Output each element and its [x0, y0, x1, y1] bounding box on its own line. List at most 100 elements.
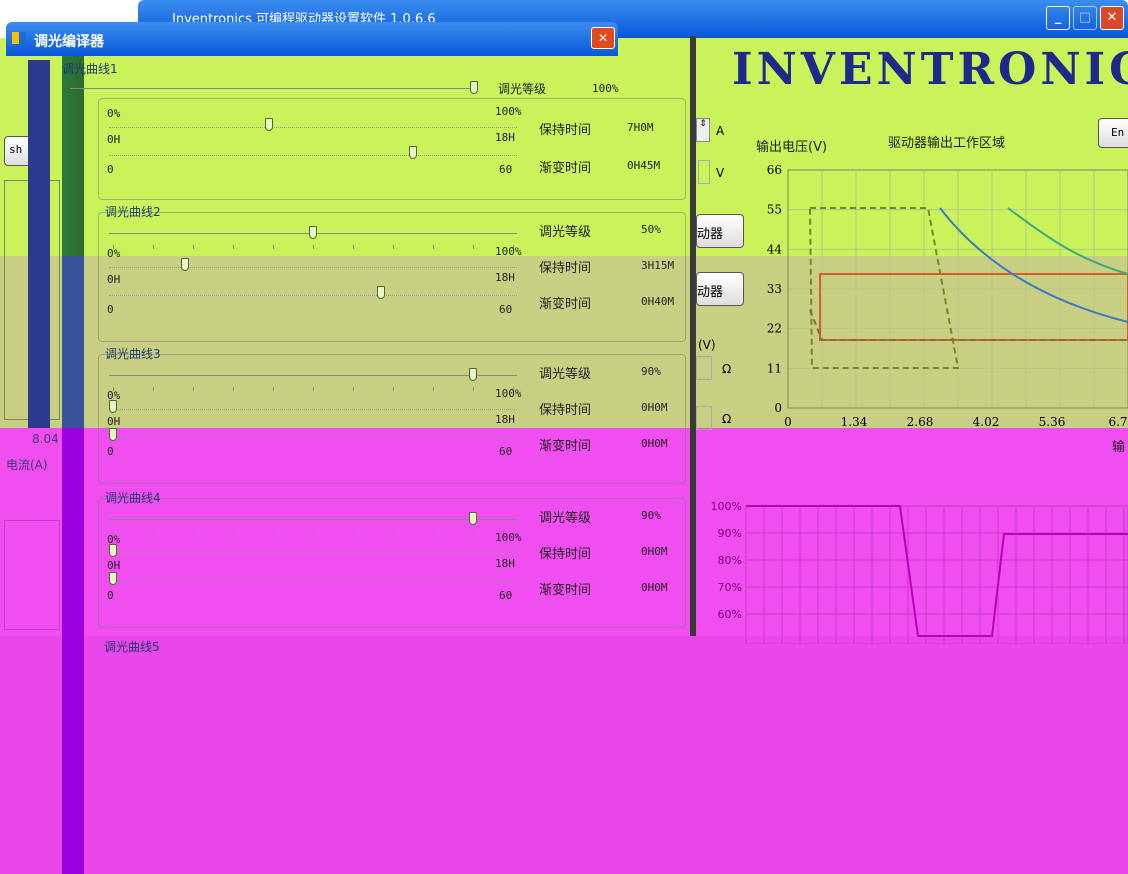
curve4-fade-slider[interactable]	[109, 572, 517, 587]
current-spinner[interactable]: ⇕	[696, 118, 710, 142]
dimming-chart-y-ticks: 100% 90% 80% 70% 60%	[711, 500, 742, 621]
curve1-fade-max: 60	[499, 163, 513, 176]
curve4-hold-slider[interactable]	[109, 544, 517, 559]
dialog-left-border-mid	[62, 256, 84, 428]
curve2-level-ticks	[113, 245, 517, 249]
close-main-button[interactable]: ✕	[1100, 6, 1124, 30]
curve4-hold-value: 0H0M	[641, 545, 668, 558]
work-area-xtick: 0	[784, 415, 792, 429]
ohm-label-2: Ω	[722, 412, 732, 426]
curve3-fade-min: 0	[107, 445, 114, 458]
curve1-fade-label: 渐变时间	[539, 161, 592, 176]
curve1-level-label: 调光等级	[498, 82, 547, 96]
curve2-fade-label: 渐变时间	[539, 297, 592, 312]
curve3-level-label: 调光等级	[539, 367, 592, 382]
curve3-hold-label: 保持时间	[539, 403, 592, 418]
curve1-hold-slider[interactable]	[109, 118, 517, 133]
curve1-hold-min: 0H	[107, 133, 121, 146]
curve2-fade-value: 0H40M	[641, 295, 675, 308]
curve2-hold-value: 3H15M	[641, 259, 675, 272]
curve1-fade-min: 0	[107, 163, 114, 176]
curve4-hold-label: 保持时间	[539, 547, 592, 562]
curve2-scale-max: 100%	[495, 245, 522, 258]
curve2-hold-slider[interactable]	[109, 258, 517, 273]
curve3-fade-slider[interactable]	[109, 428, 517, 443]
work-area-ytick: 66	[767, 163, 782, 177]
curve2-fade-max: 60	[499, 303, 513, 316]
curve5-title: 调光曲线5	[104, 640, 160, 654]
curve3-hold-min: 0H	[107, 415, 121, 428]
curve1-hold-label: 保持时间	[539, 123, 592, 138]
ohm-label-1: Ω	[722, 362, 732, 376]
work-area-ytick: 0	[774, 401, 782, 415]
curve3-fade-value: 0H0M	[641, 437, 668, 450]
work-area-xtick: 1.34	[841, 415, 868, 429]
curve4-level-ticks	[113, 531, 517, 535]
work-area-ytick: 55	[767, 203, 782, 217]
work-area-xtick: 2.68	[907, 415, 934, 429]
curve3-level-slider[interactable]	[109, 368, 517, 383]
dimming-chart-grid	[746, 505, 1128, 644]
work-area-xtick: 5.36	[1039, 415, 1066, 429]
curve2-hold-label: 保持时间	[539, 261, 592, 276]
resistor-select-1[interactable]	[696, 356, 712, 380]
curve2-group: 调光曲线2 0% 100% 0H 18H 0 60 调光等级 50% 保持时间 3H15M 渐变时间 0…	[98, 205, 686, 342]
inventronics-logo: INVENTRONICS	[732, 44, 1128, 95]
dimming-chart-ytick: 100%	[711, 500, 742, 513]
dimming-profile-chart: 100% 90% 80% 70% 60%	[711, 500, 1128, 644]
voltage-unit-label: (V)	[698, 338, 716, 352]
work-area-xtick: 6.7	[1108, 415, 1127, 429]
dialog-titlebar[interactable]: 调光编译器	[6, 22, 618, 56]
curve1-level-value: 100%	[592, 82, 619, 95]
curve4-level-value: 90%	[641, 509, 661, 522]
curve4-title: 调光曲线4	[105, 491, 161, 505]
curve1-hold-max: 18H	[495, 131, 515, 144]
work-area-y-ticks: 66 55 44 33 22 11 0	[767, 163, 783, 415]
maximize-button[interactable]: □	[1073, 6, 1097, 30]
dimming-chart-ytick: 70%	[718, 581, 742, 594]
curve4-level-slider[interactable]	[109, 512, 517, 527]
curve2-hold-min: 0H	[107, 273, 121, 286]
work-area-grid	[788, 169, 1128, 409]
work-area-ytick: 44	[767, 242, 783, 256]
work-area-bottom-dashed	[809, 309, 1128, 341]
minimize-button[interactable]: _	[1046, 6, 1070, 30]
curve1-title: 调光曲线1	[62, 62, 118, 76]
curve3-level-ticks	[113, 387, 517, 391]
resistor-select-2[interactable]	[696, 406, 712, 430]
curve3-group: 调光曲线3 0% 100% 0H 18H 0 60 调光等级 90% 保持时间 0H0M 渐变时间 0H…	[98, 347, 686, 484]
work-area-x-ticks: 0 1.34 2.68 4.02 5.36 6.7	[784, 415, 1127, 429]
curve1-fade-value: 0H45M	[627, 159, 661, 172]
work-area-xtick: 4.02	[973, 415, 1000, 429]
dialog-app-icon	[12, 32, 26, 44]
curve3-fade-max: 60	[499, 445, 513, 458]
curve1-fade-slider[interactable]	[109, 146, 517, 161]
work-area-ylabel: 输出电压(V)	[756, 140, 828, 155]
curve2-level-slider[interactable]	[109, 226, 517, 241]
read-driver-button[interactable]: 动器	[696, 214, 744, 248]
dimming-chart-ytick: 90%	[718, 527, 742, 540]
curve4-fade-min: 0	[107, 589, 114, 602]
curve1-scale-max: 100%	[495, 105, 522, 118]
curve4-level-label: 调光等级	[539, 511, 592, 526]
curve4-scale-max: 100%	[495, 531, 522, 544]
dimming-profile-line	[746, 505, 1128, 637]
dimming-chart-ytick: 60%	[718, 608, 742, 621]
write-driver-button[interactable]: 动器	[696, 272, 744, 306]
voltage-spinner[interactable]	[698, 160, 710, 184]
dialog-left-border-low	[62, 428, 84, 874]
curve2-fade-slider[interactable]	[109, 286, 517, 301]
curve3-level-value: 90%	[641, 365, 661, 378]
dialog-scrollbar[interactable]	[690, 36, 696, 636]
curve4-fade-label: 渐变时间	[539, 583, 592, 598]
english-button[interactable]: En	[1098, 118, 1128, 148]
dialog-close-button[interactable]: ✕	[591, 27, 615, 49]
curve4-fade-value: 0H0M	[641, 581, 668, 594]
curve1-level-slider[interactable]	[70, 81, 478, 96]
curve2-level-value: 50%	[641, 223, 661, 236]
dimming-chart-frame	[745, 505, 1128, 644]
dialog-title: 调光编译器	[34, 34, 104, 50]
curve3-hold-slider[interactable]	[109, 400, 517, 415]
curve2-level-label: 调光等级	[539, 225, 592, 240]
work-area-dashed-region	[808, 207, 960, 369]
